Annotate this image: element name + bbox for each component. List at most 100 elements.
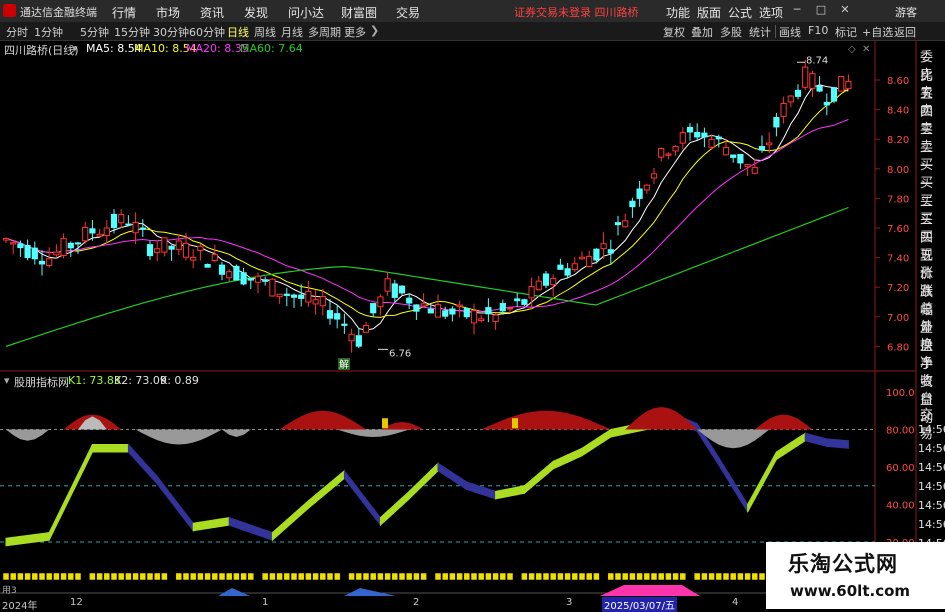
candle-body	[542, 273, 550, 286]
k-band-segment	[70, 473, 79, 497]
tab-60min[interactable]: 60分钟	[189, 24, 225, 40]
candle-body	[571, 263, 578, 271]
k-band-segment	[487, 488, 497, 500]
restore-rights-button[interactable]: 复权	[663, 24, 685, 40]
overlay-button[interactable]: 叠加	[691, 24, 713, 40]
candle-body	[485, 307, 492, 315]
menu-trade[interactable]: 交易	[396, 4, 420, 21]
candle-body	[758, 146, 766, 151]
k-band-segment	[106, 444, 115, 453]
auto-trade-label[interactable]: 交易	[920, 404, 945, 442]
ma10-line	[5, 88, 849, 318]
price-tick-label: 8.00	[887, 165, 909, 176]
grey-band	[6, 429, 50, 441]
signal-cell	[89, 572, 96, 581]
tab-1min[interactable]: 1分钟	[34, 24, 63, 40]
menu-ask[interactable]: 问小达	[288, 4, 324, 21]
menu-quotes[interactable]: 行情	[112, 4, 136, 21]
selected-date-label: 2025/03/07/五	[602, 597, 678, 612]
date-axis: 2024年 12 1 2 3 2025/03/07/五 4	[0, 597, 770, 612]
k-band-segment	[747, 491, 756, 513]
strip-label: 用3	[2, 585, 17, 596]
mark-button[interactable]: 标记	[835, 24, 857, 40]
k-band-segment	[545, 460, 554, 477]
dropdown-icon[interactable]: ▾	[72, 42, 78, 55]
menu-function[interactable]: 功能	[666, 4, 690, 21]
dropdown-icon[interactable]: ▾	[4, 374, 10, 387]
menu-news[interactable]: 资讯	[200, 4, 224, 21]
ma60-label: MA60: 7.64	[240, 42, 303, 55]
menu-formula[interactable]: 公式	[728, 4, 752, 21]
k-band-segment	[588, 437, 597, 452]
login-notice[interactable]: 证券交易未登录 四川路桥	[514, 4, 639, 20]
stats-button[interactable]: 统计	[749, 24, 771, 40]
watermark: 乐淘公式网 www.60lt.com	[766, 542, 945, 609]
guest-login[interactable]: 游客	[895, 4, 917, 20]
signal-cell	[585, 572, 593, 581]
candle-body	[226, 271, 233, 279]
signal-cell	[405, 572, 413, 581]
k-band-segment	[739, 491, 749, 514]
kline-chart-area[interactable]: ◇ ✕ 8.60 8.40 8.20 8.00 7.80 7.60 7.40 7.20 7.00 6…	[0, 40, 945, 609]
tab-intraday[interactable]: 分时	[6, 24, 28, 40]
k-band-segment	[63, 488, 72, 511]
multi-stock-button[interactable]: 多股	[720, 24, 742, 40]
candle-body	[398, 285, 406, 294]
k-band-segment	[250, 524, 259, 536]
candle-body	[708, 138, 715, 148]
tab-more[interactable]: 更多	[344, 24, 366, 40]
k-band-segment	[365, 497, 374, 518]
indicator-tick-label: 40.00	[886, 501, 915, 512]
draw-line-button[interactable]: 画线	[779, 24, 801, 40]
tab-monthly[interactable]: 月线	[281, 24, 303, 40]
candle-body	[96, 233, 103, 237]
tab-multi-period[interactable]: 多周期	[308, 24, 341, 40]
candle-body	[809, 73, 816, 89]
settings-icon: ◇	[848, 44, 856, 55]
chevron-right-icon[interactable]: ❯	[370, 24, 379, 37]
close-icon[interactable]: ✕	[838, 3, 852, 17]
minimize-icon[interactable]: ─	[790, 3, 804, 17]
tab-15min[interactable]: 15分钟	[114, 24, 150, 40]
k-band-segment	[5, 536, 14, 547]
candle-body	[420, 303, 427, 307]
price-tick-label: 6.80	[887, 342, 909, 353]
menu-market[interactable]: 市场	[156, 4, 180, 21]
maximize-icon[interactable]: □	[814, 3, 828, 17]
tab-5min[interactable]: 5分钟	[80, 24, 109, 40]
tab-30min[interactable]: 30分钟	[153, 24, 189, 40]
k-band-segment	[451, 471, 461, 486]
candle-body	[334, 313, 341, 320]
menu-wealth[interactable]: 财富圈	[341, 4, 377, 21]
indicator-name[interactable]: 股朋指标网	[14, 374, 69, 390]
indicator-tick-label: 60.00	[886, 463, 915, 474]
k-band-segment	[192, 521, 201, 532]
candle-body	[492, 314, 499, 322]
signal-marker	[382, 418, 388, 429]
candle-body	[10, 242, 17, 245]
candle-body	[211, 253, 218, 262]
menu-layout[interactable]: 版面	[697, 4, 721, 21]
watermark-url: www.60lt.com	[790, 582, 911, 600]
k-band-segment	[466, 481, 475, 493]
signal-cell	[737, 572, 744, 581]
k-band-segment	[99, 444, 108, 453]
back-button[interactable]: 返回	[894, 24, 916, 40]
signal-cell	[528, 572, 535, 581]
menu-discover[interactable]: 发现	[244, 4, 268, 21]
signal-cell	[377, 572, 384, 581]
candle-body	[24, 244, 31, 258]
candlesticks	[2, 59, 852, 353]
k-band-segment	[408, 483, 417, 501]
candle-body	[794, 89, 802, 97]
tab-daily[interactable]: 日线	[227, 24, 249, 40]
k2-label: K2: 73.09	[114, 374, 167, 387]
price-tick-label: 8.20	[887, 135, 909, 146]
title-bar: 通达信金融终端 行情 市场 资讯 发现 问小达 财富圈 交易 证券交易未登录 四…	[0, 0, 945, 23]
f10-button[interactable]: F10	[808, 24, 828, 37]
date-label: 2024年	[2, 601, 38, 612]
tab-weekly[interactable]: 周线	[254, 24, 276, 40]
menu-options[interactable]: 选项	[759, 4, 783, 21]
k-band-segment	[394, 496, 403, 514]
add-watchlist-button[interactable]: +自选	[862, 24, 893, 40]
